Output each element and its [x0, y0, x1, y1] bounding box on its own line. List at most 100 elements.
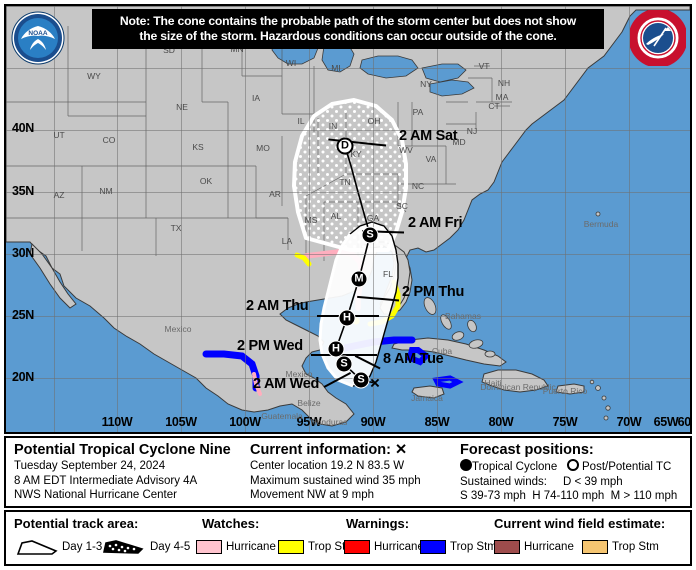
max-sustained-wind: Maximum sustained wind 35 mph [250, 474, 421, 487]
post-potential-tc-ring-icon [566, 459, 579, 471]
nws-logo [630, 10, 686, 66]
time-label-2-am-wed: 2 AM Wed [253, 376, 320, 392]
place-label-jamaica: Jamaica [411, 393, 443, 403]
state-label-sc: SC [396, 201, 408, 211]
windfield-hurricane-label: Hurricane [524, 541, 574, 553]
wind-class-d: D < 39 mph [562, 475, 623, 488]
lon-label-85w: 85W [424, 415, 450, 429]
place-label-puerto-rico: Puerto Rico [542, 386, 588, 396]
state-label-ms: MS [304, 215, 318, 225]
place-label-bahamas: Bahamas [445, 311, 481, 321]
time-label-2-am-fri: 2 AM Fri [408, 215, 463, 231]
warning-tropstm-swatch [420, 540, 446, 554]
state-label-ar: AR [269, 189, 281, 199]
forecast-position-s: S [335, 355, 353, 373]
graticule-lat-40 [6, 130, 690, 131]
state-label-mi: MI [331, 63, 341, 73]
watch-hurricane-label: Hurricane [226, 541, 276, 553]
legend-panel: Potential track area: Day 1-3 Day 4-5 Wa… [4, 510, 692, 566]
state-label-ks: KS [192, 142, 204, 152]
svg-text:NOAA: NOAA [28, 30, 47, 37]
lat-label-30n: 30N [12, 246, 35, 260]
state-label-in: IN [328, 121, 338, 131]
day-4-5-label: Day 4-5 [150, 541, 191, 553]
watches-heading: Watches: [202, 516, 260, 531]
day-1-3-cone-icon [16, 540, 58, 555]
graticule-lat-45 [6, 68, 690, 69]
current-information-column: Current information: ✕ Center location 1… [242, 438, 452, 506]
state-label-il: IL [297, 116, 305, 126]
state-label-tx: TX [170, 223, 182, 233]
time-label-2-pm-thu: 2 PM Thu [402, 284, 465, 300]
state-label-pa: PA [412, 107, 424, 117]
state-label-ct: CT [488, 101, 500, 111]
post-potential-tc-label: Post/Potential TC [582, 461, 672, 473]
graticule-lon-80 [501, 6, 502, 432]
watch-hurricane-swatch [196, 540, 222, 554]
noaa-logo: NOAA [11, 11, 65, 65]
state-label-tn: TN [339, 177, 351, 187]
place-label-belize: Belize [297, 398, 321, 408]
state-label-fl: FL [383, 269, 393, 279]
state-label-vt: VT [478, 61, 490, 71]
warning-tropstm-label: Trop Stm [450, 541, 497, 553]
note-line-2: the size of the storm. Hazardous conditi… [139, 29, 557, 43]
map-frame: 40N 35N 30N 25N 20N 110W 105W 100W 95W 90W 85W 80W… [4, 4, 692, 434]
current-info-heading: Current information: ✕ [250, 442, 446, 459]
state-label-wv: WV [399, 145, 413, 155]
state-label-nc: NC [411, 181, 425, 191]
lon-label-110w: 110W [101, 415, 133, 429]
day-4-5-cone-icon [103, 540, 144, 554]
forecast-position-h: H [338, 309, 356, 327]
graticule-lat-30 [6, 254, 690, 255]
windfield-hurricane-swatch [494, 540, 520, 554]
state-label-ut: UT [53, 130, 65, 140]
sustained-winds-label: Sustained winds: [460, 475, 547, 488]
lat-label-25n: 25N [12, 308, 35, 322]
advisory-date: Tuesday September 24, 2024 [14, 460, 166, 472]
legend-warning-hurricane-row: Hurricane [344, 540, 424, 554]
lon-label-70w: 70W [616, 415, 642, 429]
state-label-ok: OK [199, 176, 213, 186]
state-label-va: VA [425, 154, 437, 164]
state-label-ny: NY [420, 79, 432, 89]
windfield-tropstm-swatch [582, 540, 608, 554]
tropical-cyclone-dot-icon [460, 459, 472, 471]
wind-classes-row: S 39-73 mph H 74-110 mph M > 110 mph [460, 489, 684, 504]
state-label-wy: WY [87, 71, 101, 81]
legend-watch-hurricane-row: Hurricane [196, 540, 276, 554]
wind-class-s: S 39-73 mph [460, 490, 526, 502]
storm-name: Potential Tropical Cyclone Nine [14, 442, 231, 458]
state-label-nm: NM [99, 186, 113, 196]
state-label-co: CO [102, 135, 116, 145]
potential-track-area-heading: Potential track area: [14, 516, 139, 531]
time-label-8-am-tue: 8 AM Tue [383, 351, 444, 367]
time-label-2-am-sat: 2 AM Sat [399, 128, 458, 144]
lon-label-80w: 80W [488, 415, 514, 429]
warnings-heading: Warnings: [346, 516, 410, 531]
graticule-lon-70 [629, 6, 630, 432]
lat-label-35n: 35N [12, 184, 35, 198]
warnings-group: Warnings: [346, 516, 409, 531]
graticule-lon-110 [117, 6, 118, 432]
current-position-x-marker: × [370, 373, 380, 393]
warning-hurricane-swatch [344, 540, 370, 554]
state-label-oh: OH [367, 116, 381, 126]
state-label-wi: WI [285, 58, 297, 68]
current-position-symbol-icon: ✕ [395, 442, 408, 458]
lon-label-100w: 100W [229, 415, 261, 429]
forecast-position-s: S [361, 226, 379, 244]
state-label-ia: IA [251, 93, 261, 103]
watch-tropstm-swatch [278, 540, 304, 554]
potential-track-area-group: Potential track area: [14, 516, 138, 531]
storm-identity-column: Potential Tropical Cyclone Nine Tuesday … [6, 438, 242, 506]
legend-day-4-5-row: Day 4-5 [102, 538, 190, 556]
current-info-heading-text: Current information: [250, 442, 391, 458]
lat-label-40n: 40N [12, 121, 35, 135]
cone-disclaimer-note: Note: The cone contains the probable pat… [92, 9, 604, 49]
legend-windfield-tropstm-row: Trop Stm [582, 540, 659, 554]
lon-label-60w: 60W [677, 415, 691, 429]
watches-group: Watches: [202, 516, 259, 531]
lon-label-90w: 90W [360, 415, 386, 429]
state-label-la: LA [281, 236, 293, 246]
